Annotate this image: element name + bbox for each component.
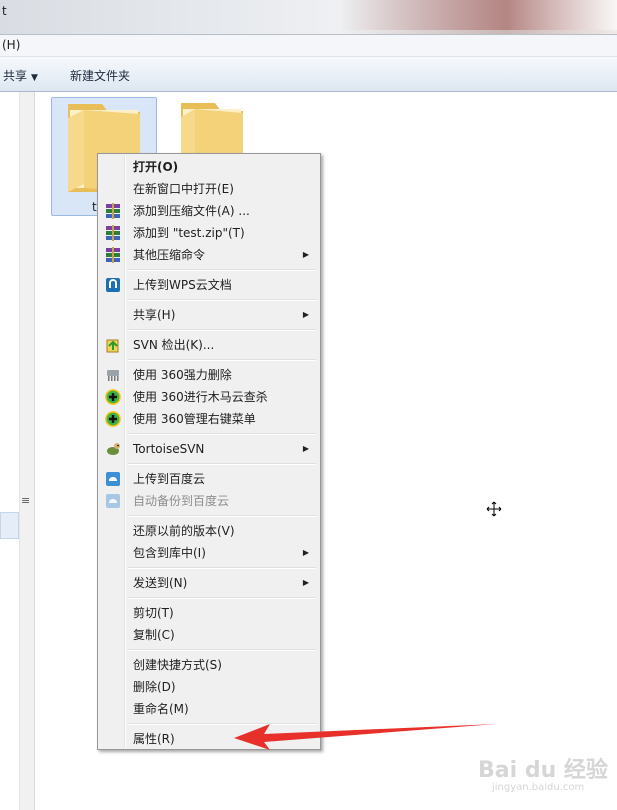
annotation-arrow-icon: [234, 724, 496, 750]
context-menu: 打开(O) 在新窗口中打开(E) 添加到压缩文件(A) ... 添加到 "test.z…: [97, 153, 321, 750]
navigation-pane[interactable]: [0, 92, 20, 810]
move-cursor-icon: [486, 501, 502, 517]
menu-separator: [128, 433, 316, 435]
context-menu-item[interactable]: 使用 360强力删除: [100, 364, 318, 386]
context-menu-item-label: 发送到(N): [133, 576, 188, 590]
winrar-icon: [105, 225, 121, 241]
context-menu-item-label: 创建快捷方式(S): [133, 658, 222, 672]
context-menu-item-label: 共享(H): [133, 308, 176, 322]
context-menu-item-label: 自动备份到百度云: [133, 494, 230, 508]
menu-separator: [128, 269, 316, 271]
title-text: t: [2, 4, 7, 18]
context-menu-item[interactable]: 其他压缩命令 ▶: [100, 244, 318, 266]
context-menu-item-label: 打开(O): [133, 160, 179, 174]
submenu-arrow-icon: ▶: [302, 578, 309, 587]
svn-checkout-icon: [105, 337, 121, 353]
context-menu-item-label: 添加到 "test.zip"(T): [133, 226, 245, 240]
context-menu-item[interactable]: 复制(C): [100, 624, 318, 646]
context-menu-item[interactable]: 共享(H) ▶: [100, 304, 318, 326]
submenu-arrow-icon: ▶: [302, 444, 309, 453]
context-menu-item[interactable]: 发送到(N) ▶: [100, 572, 318, 594]
context-menu-item[interactable]: 使用 360进行木马云查杀: [100, 386, 318, 408]
context-menu-item-label: 包含到库中(I): [133, 546, 206, 560]
submenu-arrow-icon: ▶: [302, 548, 309, 557]
context-menu-item[interactable]: 使用 360管理右键菜单: [100, 408, 318, 430]
context-menu-item[interactable]: 包含到库中(I) ▶: [100, 542, 318, 564]
context-menu-item[interactable]: 剪切(T): [100, 602, 318, 624]
context-menu-item-label: 还原以前的版本(V): [133, 524, 235, 538]
context-menu-item-label: 其他压缩命令: [133, 248, 206, 262]
context-menu-item-label: 上传到百度云: [133, 472, 206, 486]
context-menu-item-label: 在新窗口中打开(E): [133, 182, 234, 196]
context-menu-item[interactable]: 打开(O): [100, 156, 318, 178]
context-menu-item[interactable]: 添加到压缩文件(A) ...: [100, 200, 318, 222]
shredder-icon: [105, 367, 121, 383]
pane-splitter[interactable]: ≡: [20, 92, 35, 810]
title-bar-glow: [340, 0, 617, 30]
watermark-text: Bai du 经验: [478, 758, 608, 783]
command-bar: 共享 ▼ 新建文件夹: [0, 57, 617, 92]
splitter-grip-icon[interactable]: ≡: [21, 494, 30, 507]
winrar-icon: [105, 203, 121, 219]
baidu-watermark: Bai du 经验 jingyan.baidu.com: [478, 752, 608, 793]
context-menu-item-label: TortoiseSVN: [133, 442, 205, 456]
context-menu-item-label: 剪切(T): [133, 606, 174, 620]
wps-cloud-icon: [105, 277, 121, 293]
share-button-label: 共享: [3, 69, 28, 83]
360-plus-icon: [105, 411, 121, 427]
context-menu-item[interactable]: 还原以前的版本(V): [100, 520, 318, 542]
context-menu-item-label: 重命名(M): [133, 702, 189, 716]
context-menu-item-label: 删除(D): [133, 680, 176, 694]
context-menu-item-label: 上传到WPS云文档: [133, 278, 232, 292]
title-bar: t: [0, 0, 617, 35]
context-menu-item-label: 属性(R): [133, 732, 175, 746]
menu-separator: [128, 299, 316, 301]
context-menu-item[interactable]: TortoiseSVN ▶: [100, 438, 318, 460]
context-menu-item-label: 使用 360强力删除: [133, 368, 232, 382]
context-menu-item[interactable]: 添加到 "test.zip"(T): [100, 222, 318, 244]
context-menu-item[interactable]: 在新窗口中打开(E): [100, 178, 318, 200]
menu-separator: [128, 597, 316, 599]
winrar-icon: [105, 247, 121, 263]
watermark-sub: jingyan.baidu.com: [492, 782, 585, 793]
360-plus-icon: [105, 389, 121, 405]
context-menu-item-label: 复制(C): [133, 628, 175, 642]
context-menu-item[interactable]: 上传到WPS云文档: [100, 274, 318, 296]
menu-item-help[interactable]: (H): [2, 38, 20, 52]
menu-separator: [128, 463, 316, 465]
context-menu-item[interactable]: 重命名(M): [100, 698, 318, 720]
nav-selected-item[interactable]: [0, 512, 19, 539]
new-folder-button[interactable]: 新建文件夹: [70, 67, 130, 84]
context-menu-item-label: 使用 360进行木马云查杀: [133, 390, 268, 404]
context-menu-item-label: SVN 检出(K)...: [133, 338, 215, 352]
context-menu-item-label: 添加到压缩文件(A) ...: [133, 204, 250, 218]
dropdown-arrow-icon: ▼: [31, 73, 38, 83]
context-menu-item: 自动备份到百度云: [100, 490, 318, 512]
share-button[interactable]: 共享 ▼: [3, 67, 38, 84]
context-menu-item-label: 使用 360管理右键菜单: [133, 412, 256, 426]
menu-separator: [128, 515, 316, 517]
menu-separator: [128, 329, 316, 331]
tortoise-icon: [105, 441, 121, 457]
submenu-arrow-icon: ▶: [302, 250, 309, 259]
baidu-cloud-icon: [105, 493, 121, 509]
menu-separator: [128, 359, 316, 361]
context-menu-item[interactable]: 创建快捷方式(S): [100, 654, 318, 676]
submenu-arrow-icon: ▶: [302, 310, 309, 319]
context-menu-item[interactable]: 删除(D): [100, 676, 318, 698]
menu-separator: [128, 567, 316, 569]
folder-name-label: t: [92, 200, 97, 214]
menu-bar: (H): [0, 35, 617, 57]
baidu-cloud-icon: [105, 471, 121, 487]
menu-separator: [128, 649, 316, 651]
context-menu-item[interactable]: SVN 检出(K)...: [100, 334, 318, 356]
context-menu-item[interactable]: 上传到百度云: [100, 468, 318, 490]
